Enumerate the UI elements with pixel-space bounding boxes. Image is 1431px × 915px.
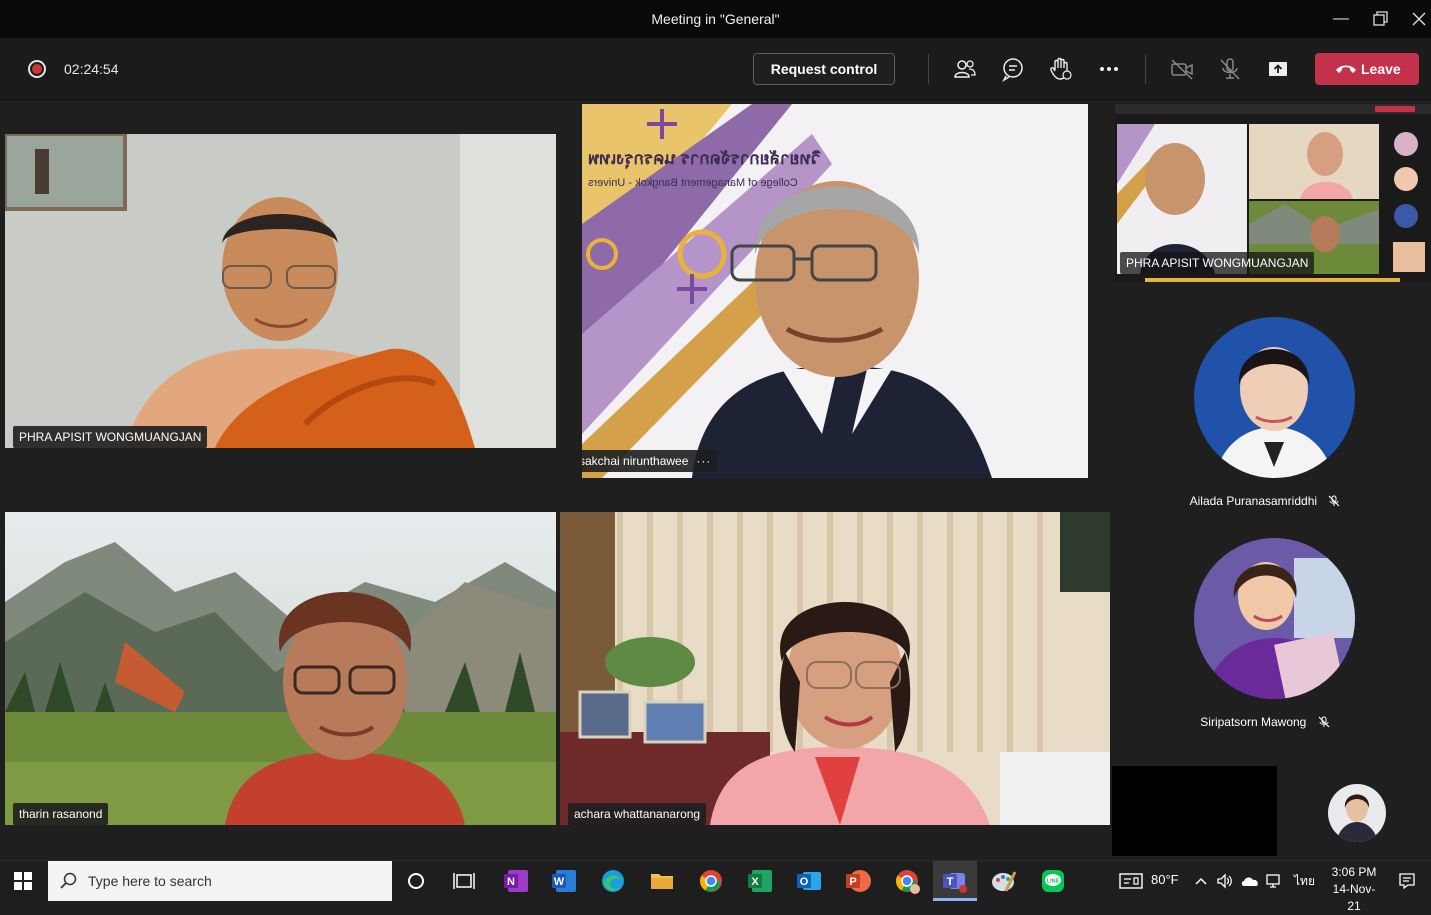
toolbar-divider [928,54,929,84]
minimize-icon[interactable]: — [1328,6,1354,32]
leave-label: Leave [1361,61,1401,77]
notifications-icon[interactable] [1398,872,1416,895]
svg-text:O: O [800,876,809,888]
clock[interactable]: 3:06 PM 14-Nov-21 [1326,864,1382,915]
outlook-icon[interactable]: O [795,867,823,895]
more-options-icon[interactable] [1096,56,1122,82]
task-view-icon[interactable] [453,871,475,896]
weather-temperature[interactable]: 80°F [1151,872,1179,887]
avatar-ailada[interactable] [1194,317,1355,478]
edge-icon[interactable] [599,867,627,895]
file-explorer-icon[interactable] [648,867,676,895]
participant-avatar [1328,784,1386,842]
line-icon[interactable]: LINE [1039,867,1067,895]
participant-video [560,512,1110,825]
clock-date: 14-Nov-21 [1332,882,1376,913]
participant-name-tag: PHRA APISIT WONGMUANGJAN [13,426,208,448]
meeting-toolbar: 02:24:54 Request control Leave [0,38,1431,100]
chrome-profile-icon[interactable] [893,867,921,895]
shared-screen-preview[interactable]: PHRA APISIT WONGMUANGJAN [1115,104,1431,282]
self-view-video[interactable] [1112,766,1277,856]
volume-icon[interactable] [1216,872,1234,895]
share-tray-icon[interactable] [1265,56,1291,82]
video-tile-phra[interactable]: PHRA APISIT WONGMUANGJAN [5,134,556,448]
participant-avatar [1194,538,1355,699]
video-tile-sakchai[interactable]: วิทยาลัยการจัดการ นครกรุงเทพ College of … [582,104,1088,478]
participant-video: วิทยาลัยการจัดการ นครกรุงเทพ College of … [582,104,1088,478]
camera-off-icon[interactable] [1169,56,1195,82]
word-icon[interactable]: W [550,867,578,895]
cortana-icon[interactable] [406,871,426,896]
participant-name-ailada: Ailada Puranasamriddhi [1135,494,1395,508]
taskbar: Type here to search N W X O P T LINE 80°… [0,860,1431,913]
svg-text:T: T [947,876,954,888]
video-tile-tharin[interactable]: tharin rasanond [5,512,556,825]
participant-avatar [1194,317,1355,478]
video-stage: PHRA APISIT WONGMUANGJAN วิทยาลัยการจัดก… [0,100,1431,860]
presenter-name-tag: PHRA APISIT WONGMUANGJAN [1120,252,1315,274]
svg-text:N: N [507,876,515,888]
onedrive-icon[interactable] [1240,872,1260,895]
participant-name-tag: achara whattananarong [568,803,707,825]
participant-name-siripatsorn: Siripatsorn Mawong [1135,715,1395,729]
background-text-thai: วิทยาลัยการจัดการ นครกรุงเทพ [588,149,821,169]
input-language[interactable]: ไทย [1294,872,1315,891]
search-icon [60,872,77,889]
show-hidden-icons-icon[interactable] [1194,874,1208,892]
more-options-icon[interactable]: ··· [696,454,711,468]
network-icon[interactable] [1265,872,1283,895]
close-icon[interactable] [1406,6,1431,32]
avatar-siripatsorn[interactable] [1194,538,1355,699]
chat-icon[interactable] [1000,56,1026,82]
svg-text:X: X [751,876,759,888]
title-bar: Meeting in "General" — [0,0,1431,38]
teams-icon[interactable]: T [941,867,969,895]
participant-name-tag: tharin rasanond [13,803,109,825]
windows-start-icon[interactable] [14,872,32,895]
participant-video [5,512,556,825]
leave-button[interactable]: Leave [1315,53,1419,85]
meeting-timer: 02:24:54 [64,61,119,77]
svg-text:LINE: LINE [1047,879,1060,885]
mic-off-icon[interactable] [1217,56,1243,82]
people-icon[interactable] [952,56,978,82]
taskbar-search-box[interactable]: Type here to search [48,861,392,901]
participant-video [5,134,556,448]
mic-off-icon [1318,716,1330,728]
clock-time: 3:06 PM [1331,865,1377,879]
raise-hand-icon[interactable] [1048,56,1074,82]
weather-icon[interactable] [1119,872,1143,895]
toolbar-divider [1145,54,1146,84]
participant-name-tag: sakchai nirunthawee ··· [582,450,718,472]
overflow-avatar[interactable] [1328,784,1386,842]
svg-text:P: P [849,876,856,888]
recording-icon [28,60,46,78]
svg-text:W: W [554,876,565,888]
restore-icon[interactable] [1367,6,1393,32]
search-placeholder: Type here to search [88,873,212,889]
video-tile-achara[interactable]: achara whattananarong [560,512,1110,825]
chrome-icon[interactable] [697,867,725,895]
powerpoint-icon[interactable]: P [844,867,872,895]
excel-icon[interactable]: X [746,867,774,895]
background-text-english: College of Management Bangkok - Univers [588,177,798,189]
mic-off-icon [1328,495,1340,507]
request-control-button[interactable]: Request control [753,53,895,85]
window-title: Meeting in "General" [651,11,780,27]
paint-icon[interactable] [990,867,1018,895]
onenote-icon[interactable]: N [502,867,530,895]
hangup-icon [1336,65,1356,73]
